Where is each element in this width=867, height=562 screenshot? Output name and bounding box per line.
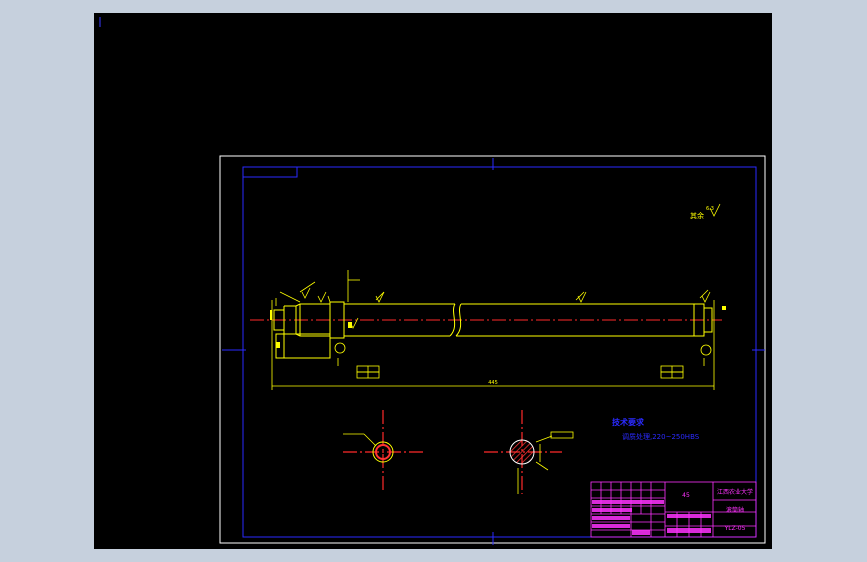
tolerance-frames [356, 365, 684, 439]
cad-drawing: 445 其余 6.3 技术要求 调质处理,220~250HBS 45 江西农业大… [99, 17, 766, 545]
overall-length-dimension: 445 [488, 380, 498, 386]
roughness-note-value: 6.3 [706, 206, 714, 212]
centering-marks [222, 158, 765, 545]
title-school: 江西农业大学 [717, 488, 753, 496]
corner-label-box [242, 166, 298, 178]
inner-border [242, 166, 757, 538]
dimension-lines [271, 270, 715, 390]
title-drawing-number: YLZ-05 [724, 525, 746, 532]
tech-requirements-line1: 调质处理,220~250HBS [622, 432, 700, 441]
section-view-right [484, 410, 562, 494]
section-view-left [343, 410, 423, 490]
sheet-frame [219, 155, 766, 544]
roughness-note-label: 其余 [690, 211, 704, 220]
title-material: 45 [682, 492, 690, 499]
datum-markers [334, 342, 712, 356]
title-part-name: 滚筒轴 [726, 506, 744, 514]
tech-requirements-heading: 技术要求 [612, 417, 645, 427]
dimension-ticks [270, 306, 726, 348]
shaft-outline [273, 301, 713, 359]
roughness-symbols [301, 203, 721, 329]
